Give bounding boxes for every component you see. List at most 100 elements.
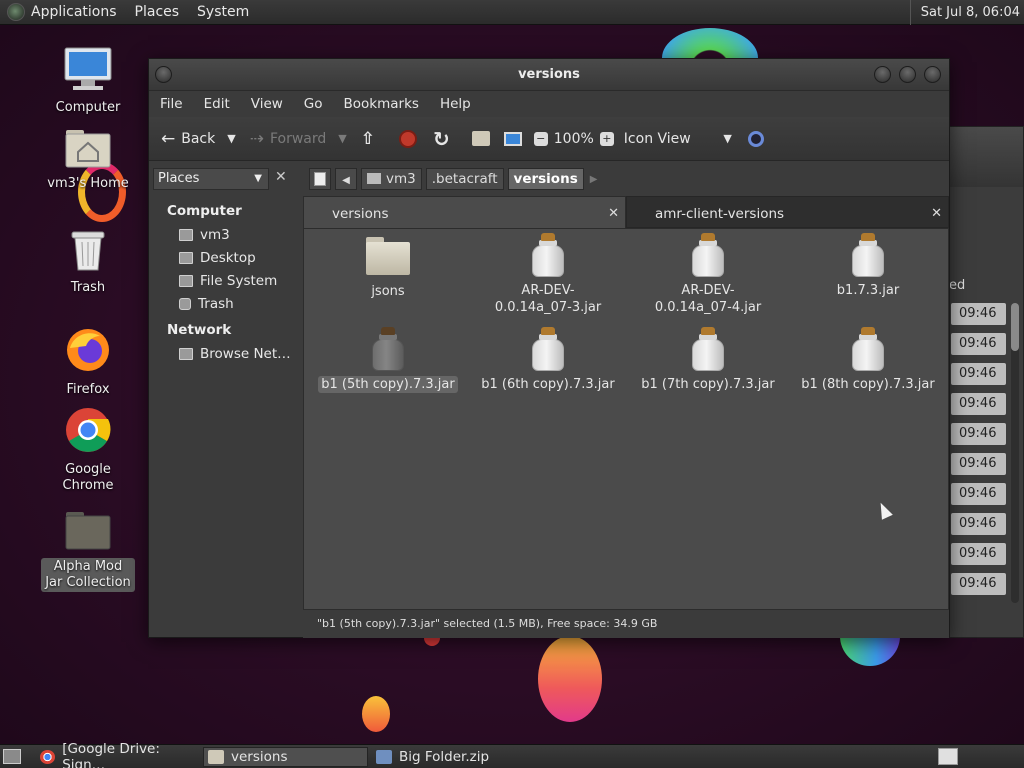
close-tab-icon[interactable]: ✕ <box>608 197 619 231</box>
sidebar-item-label: Browse Net… <box>200 345 291 362</box>
system-menu[interactable]: System <box>197 4 249 20</box>
breadcrumb-betacraft[interactable]: .betacraft <box>425 168 504 190</box>
zoom-in-button[interactable]: + <box>599 131 614 146</box>
file-item-jar[interactable]: b1 (8th copy).7.3.jar <box>798 327 938 393</box>
file-item-jar[interactable]: b1.7.3.jar <box>798 233 938 299</box>
file-name: AR-DEV-0.0.14a_07-3.jar <box>494 283 602 315</box>
forward-history-dropdown[interactable]: ▼ <box>338 132 346 145</box>
background-window[interactable]: ed 09:46 09:46 09:46 09:46 09:46 09:46 0… <box>940 126 1024 638</box>
breadcrumb-vm3[interactable]: vm3 <box>361 168 422 190</box>
desktop-icon-chrome[interactable]: Google Chrome <box>41 406 135 494</box>
file-item-jar[interactable]: AR-DEV-0.0.14a_07-4.jar <box>638 233 778 316</box>
minimize-button[interactable] <box>874 66 891 83</box>
breadcrumb-scroll-left[interactable]: ◀ <box>335 168 357 190</box>
window-menu-button[interactable] <box>155 66 172 83</box>
sidebar-mode-label: Places <box>158 171 200 186</box>
taskbar-item-label: [Google Drive: Sign… <box>62 741 160 768</box>
jar-file-icon <box>691 327 725 371</box>
file-name: jsons <box>371 284 405 299</box>
jar-file-icon <box>851 233 885 277</box>
breadcrumb: ◀ vm3 .betacraft versions ▶ <box>309 168 597 190</box>
workspace-switcher[interactable] <box>938 748 958 765</box>
breadcrumb-versions[interactable]: versions <box>507 168 584 190</box>
tab-label: amr-client-versions <box>655 206 785 222</box>
zoom-level[interactable]: 100% <box>554 131 594 147</box>
file-item-jar-selected[interactable]: b1 (5th copy).7.3.jar <box>318 327 458 393</box>
sidebar-item-browse-network[interactable]: Browse Net… <box>153 342 299 365</box>
places-menu[interactable]: Places <box>135 4 180 20</box>
menu-help[interactable]: Help <box>440 96 471 112</box>
window-title: versions <box>518 67 580 82</box>
file-manager-window: versions File Edit View Go Bookmarks Hel… <box>148 58 950 638</box>
forward-button[interactable]: ⇢ Forward <box>250 129 327 149</box>
menu-bookmarks[interactable]: Bookmarks <box>344 96 419 112</box>
scrollbar-thumb[interactable] <box>1011 303 1019 351</box>
toggle-location-entry-button[interactable] <box>309 168 331 190</box>
sidebar-item-trash[interactable]: Trash <box>153 292 299 315</box>
file-item-jsons[interactable]: jsons <box>318 233 458 300</box>
maximize-button[interactable] <box>899 66 916 83</box>
chevron-right-icon[interactable]: ▶ <box>590 174 598 185</box>
sidebar-item-desktop[interactable]: Desktop <box>153 246 299 269</box>
network-icon <box>179 347 193 360</box>
archive-icon <box>376 750 392 764</box>
time-cell: 09:46 <box>951 513 1006 535</box>
time-cell: 09:46 <box>951 393 1006 415</box>
scrollbar[interactable] <box>1011 303 1019 603</box>
wallpaper-blob <box>362 696 390 732</box>
desktop-icon-home[interactable]: vm3's Home <box>41 128 135 192</box>
back-arrow-icon: ← <box>161 128 176 149</box>
menu-edit[interactable]: Edit <box>204 96 230 112</box>
desktop-icon-label: Google Chrome <box>62 462 114 493</box>
menu-go[interactable]: Go <box>304 96 323 112</box>
distro-logo-icon[interactable] <box>7 3 25 21</box>
taskbar-item-label: Big Folder.zip <box>399 749 490 765</box>
taskbar-item-chrome[interactable]: [Google Drive: Sign… <box>36 741 200 768</box>
jar-file-icon <box>691 233 725 277</box>
window-titlebar[interactable]: versions <box>149 59 949 91</box>
file-name: b1.7.3.jar <box>836 283 900 298</box>
desktop-icon-firefox[interactable]: Firefox <box>41 326 135 398</box>
file-item-jar[interactable]: AR-DEV-0.0.14a_07-3.jar <box>478 233 618 316</box>
taskbar-item-versions[interactable]: versions <box>203 747 368 767</box>
desktop-icon-trash[interactable]: Trash <box>41 228 135 296</box>
back-history-dropdown[interactable]: ▼ <box>227 132 235 145</box>
computer-button[interactable] <box>503 131 522 146</box>
view-mode-select[interactable]: Icon View ▼ <box>624 131 732 147</box>
zoom-out-button[interactable]: − <box>533 131 548 146</box>
tab-amr-client-versions[interactable]: amr-client-versions ✕ <box>626 196 949 228</box>
close-sidebar-icon[interactable]: ✕ <box>275 169 287 185</box>
sidebar-mode-select[interactable]: Places ▼ <box>153 168 269 190</box>
close-tab-icon[interactable]: ✕ <box>931 197 942 231</box>
up-button[interactable]: ⇧ <box>361 129 381 149</box>
sidebar-item-file-system[interactable]: File System <box>153 269 299 292</box>
home-button[interactable] <box>471 131 490 146</box>
top-panel: Applications Places System Sat Jul 8, 06… <box>0 0 1024 25</box>
desktop-icon-label: Alpha Mod Jar Collection <box>41 558 135 592</box>
desktop-icon-computer[interactable]: Computer <box>41 46 135 116</box>
file-item-jar[interactable]: b1 (7th copy).7.3.jar <box>638 327 778 393</box>
search-button[interactable] <box>747 130 764 147</box>
applications-menu[interactable]: Applications <box>31 4 117 20</box>
up-arrow-icon: ⇧ <box>360 128 375 149</box>
stop-button[interactable] <box>399 129 417 148</box>
menu-view[interactable]: View <box>251 96 283 112</box>
clock[interactable]: Sat Jul 8, 06:04 <box>909 0 1024 25</box>
back-button[interactable]: ← Back <box>161 129 215 149</box>
desktop-icon-alpha-mod-folder[interactable]: Alpha Mod Jar Collection <box>41 510 135 592</box>
show-desktop-button[interactable] <box>3 749 21 764</box>
chevron-down-icon: ▼ <box>254 173 262 184</box>
time-cell: 09:46 <box>951 543 1006 565</box>
menu-file[interactable]: File <box>160 96 183 112</box>
file-icon-view[interactable]: jsons AR-DEV-0.0.14a_07-3.jar AR-DEV-0.0… <box>303 228 949 610</box>
taskbar-item-big-folder-zip[interactable]: Big Folder.zip <box>372 747 536 767</box>
reload-button[interactable]: ↻ <box>433 127 456 151</box>
jar-file-icon <box>851 327 885 371</box>
tab-versions[interactable]: versions ✕ <box>303 196 626 228</box>
close-button[interactable] <box>924 66 941 83</box>
file-item-jar[interactable]: b1 (6th copy).7.3.jar <box>478 327 618 393</box>
sidebar-header-network: Network <box>167 322 232 338</box>
taskbar-item-label: versions <box>231 749 288 765</box>
sidebar-item-vm3[interactable]: vm3 <box>153 223 299 246</box>
firefox-icon <box>67 329 109 371</box>
